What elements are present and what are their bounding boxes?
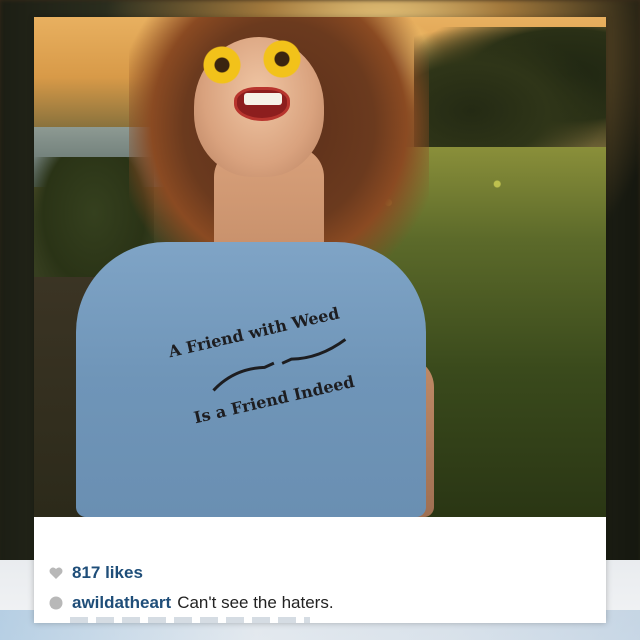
- teeth: [244, 93, 282, 105]
- tree-line: [414, 27, 606, 147]
- caption-row: awildatheart Can't see the haters.: [48, 593, 334, 613]
- sunflower-eye-left: [198, 41, 246, 89]
- post-footer: 817 likes awildatheart Can't see the hat…: [34, 517, 606, 623]
- sunflower-eye-right: [258, 35, 306, 83]
- caption-text: Can't see the haters.: [177, 593, 334, 612]
- likes-row: 817 likes: [48, 563, 143, 583]
- heart-icon[interactable]: [48, 565, 64, 581]
- instagram-post-card: A Friend with Weed Is a Friend Indeed 81…: [34, 17, 606, 623]
- truncated-comment-row: [70, 617, 310, 623]
- likes-count[interactable]: 817 likes: [72, 563, 143, 583]
- comment-icon[interactable]: [48, 595, 64, 611]
- caption-username[interactable]: awildatheart: [72, 593, 171, 613]
- post-photo[interactable]: A Friend with Weed Is a Friend Indeed: [34, 17, 606, 517]
